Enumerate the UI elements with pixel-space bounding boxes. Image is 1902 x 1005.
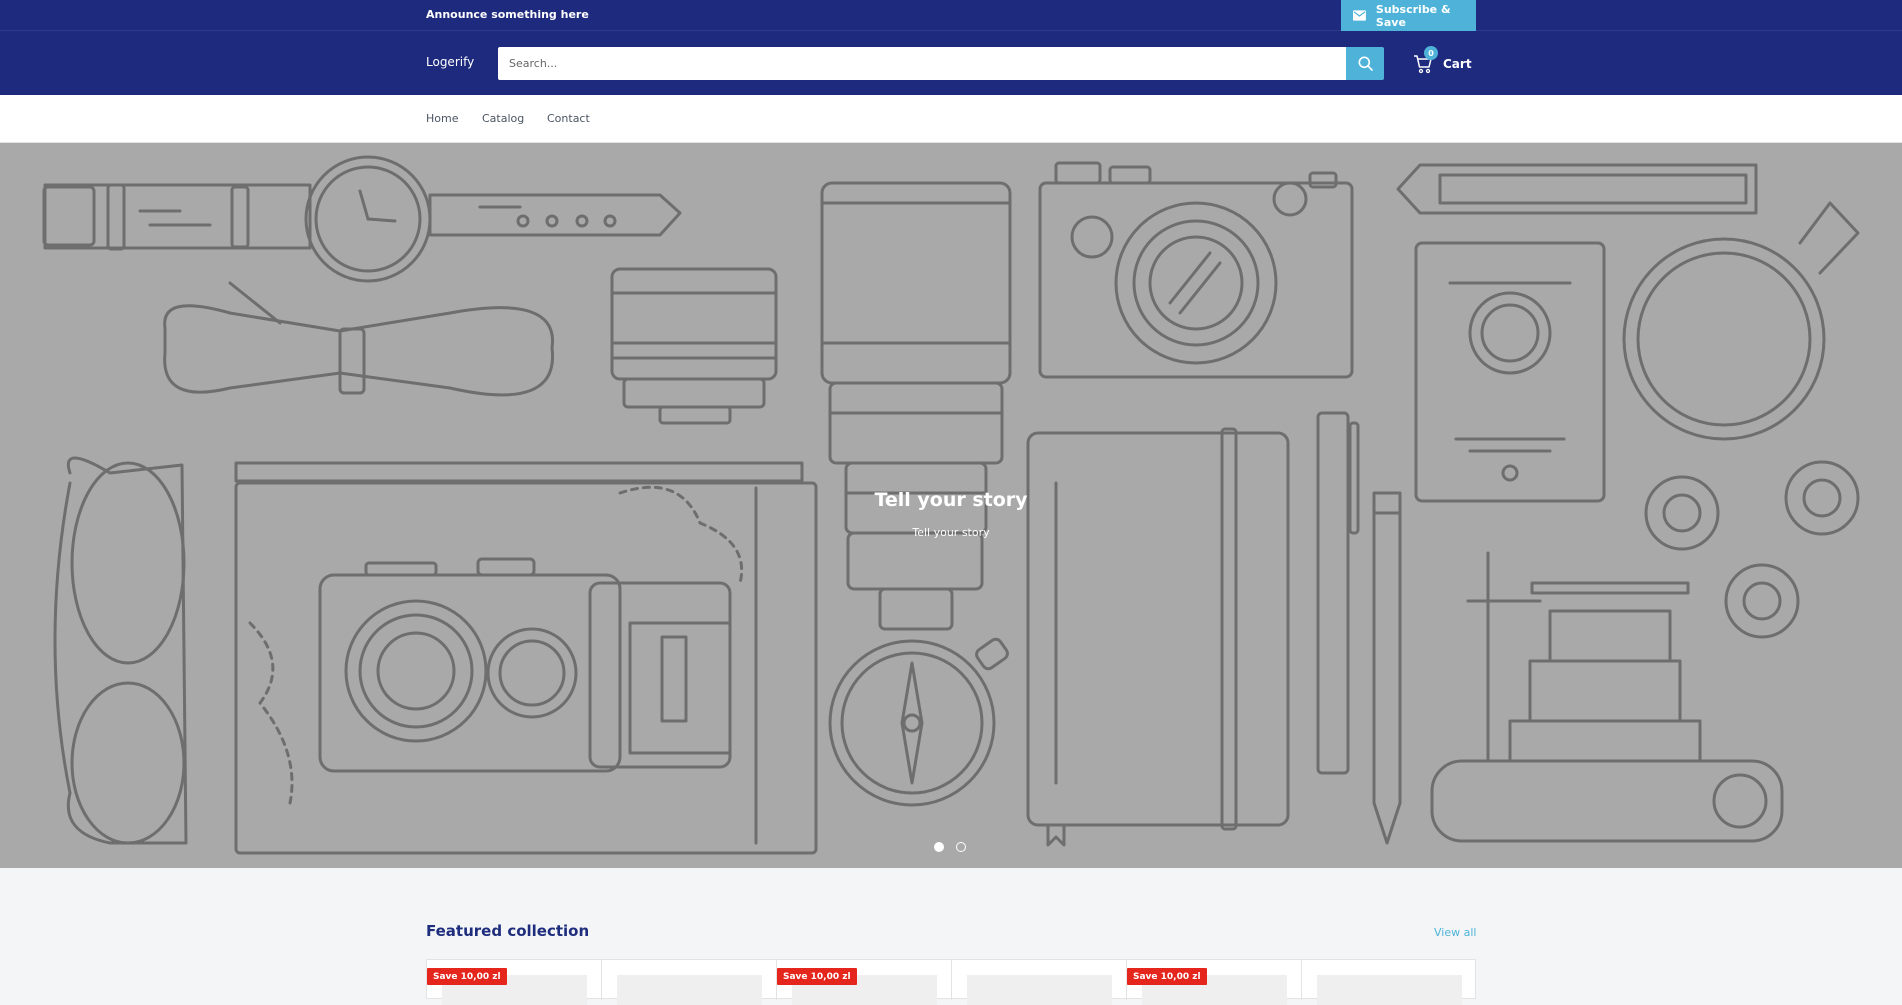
main-nav: Home Catalog Contact xyxy=(0,95,1902,143)
sale-badge: Save 10,00 zl xyxy=(777,968,857,985)
hero-subtitle: Tell your story xyxy=(912,526,990,539)
slide-dot-1[interactable] xyxy=(934,842,944,852)
sale-badge: Save 10,00 zl xyxy=(427,968,507,985)
sale-badge: Save 10,00 zl xyxy=(1127,968,1207,985)
magnifier-illustration xyxy=(1622,201,1860,441)
product-image[interactable] xyxy=(967,975,1112,1005)
cart-link[interactable]: 0 Cart xyxy=(1413,46,1472,77)
hero-slideshow[interactable]: Tell your story Tell your story xyxy=(0,143,1902,868)
product-image[interactable] xyxy=(1317,975,1462,1005)
lens-illustration xyxy=(610,267,778,425)
bowtie-illustration xyxy=(163,281,555,397)
camera-illustration xyxy=(1038,161,1354,379)
hero-title: Tell your story xyxy=(874,489,1028,511)
product-image[interactable] xyxy=(617,975,762,1005)
telephoto-lens-illustration xyxy=(820,181,1012,631)
pen-illustration xyxy=(1316,411,1402,845)
featured-collection-title: Featured collection xyxy=(426,922,590,940)
compass-illustration xyxy=(828,637,1009,807)
map-illustration xyxy=(234,461,818,855)
passport-illustration xyxy=(1414,241,1606,503)
cart-count-badge: 0 xyxy=(1424,46,1438,60)
nav-item-contact[interactable]: Contact xyxy=(547,112,590,125)
product-list: Save 10,00 zl Save 10,00 zl Save 10,00 z… xyxy=(426,959,1477,1005)
store-logo[interactable]: Logerify xyxy=(426,55,474,69)
slide-dot-2[interactable] xyxy=(956,842,966,852)
subscribe-button[interactable]: Subscribe & Save xyxy=(1341,0,1476,31)
subscribe-label: Subscribe & Save xyxy=(1375,2,1451,29)
product-card[interactable] xyxy=(1302,960,1477,1005)
nav-item-catalog[interactable]: Catalog xyxy=(482,112,524,125)
announcement-bar: Announce something here Subscribe & Save xyxy=(0,0,1902,31)
view-all-link[interactable]: View all xyxy=(1434,926,1476,939)
announcement-text: Announce something here xyxy=(426,8,589,21)
watch-illustration xyxy=(42,155,682,283)
nav-item-home[interactable]: Home xyxy=(426,112,458,125)
search-icon xyxy=(1358,56,1373,71)
cart-label: Cart xyxy=(1443,57,1472,71)
cart-icon: 0 xyxy=(1413,46,1438,74)
sunglasses-illustration xyxy=(53,456,188,845)
search-button[interactable] xyxy=(1346,47,1384,80)
slr-illustration xyxy=(1430,551,1784,843)
search-input[interactable] xyxy=(498,47,1346,80)
product-card[interactable] xyxy=(952,960,1127,1005)
envelope-icon xyxy=(1353,10,1366,21)
product-card[interactable] xyxy=(602,960,777,1005)
site-header: Logerify 0 Cart xyxy=(0,31,1902,95)
pencil-illustration xyxy=(1396,163,1758,215)
